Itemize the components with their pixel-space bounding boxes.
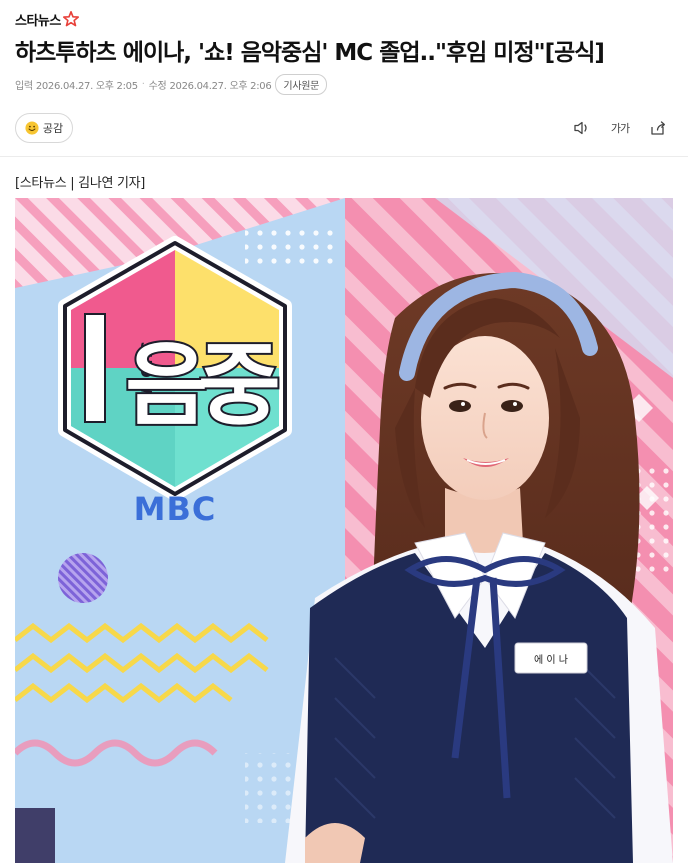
brand-name[interactable]: 스타뉴스 [15, 10, 61, 29]
header-divider [0, 156, 688, 157]
input-time: 2026.04.27. 오후 2:05 [35, 80, 138, 92]
font-size-label: 가가 [610, 122, 630, 135]
edit-time: 2026.04.27. 오후 2:06 [169, 80, 272, 92]
article-meta: 입력 2026.04.27. 오후 2:05 · 수정 2026.04.27. … [15, 73, 328, 95]
share-icon [651, 121, 665, 135]
tts-button[interactable] [572, 117, 592, 139]
eumjung-text: 음중 [125, 333, 278, 438]
mbc-logo: MBC [134, 490, 217, 528]
empathy-label: 공감 [42, 122, 64, 135]
byline: [스타뉴스 | 김나연 기자] [15, 176, 146, 191]
brand-header[interactable]: 스타뉴스 [15, 8, 80, 30]
smiley-icon [25, 121, 39, 135]
input-label: 입력 [15, 80, 33, 92]
photo-illustration: SHOW 음중 MBC 에 이 나 [15, 198, 673, 863]
star-logo-icon [62, 10, 79, 27]
show-logo: SHOW 음중 [58, 236, 292, 501]
article-photo[interactable]: SHOW 음중 MBC 에 이 나 [15, 198, 673, 863]
article-headline: 하츠투하츠 에이나, '쇼! 음악중심' MC 졸업.."후임 미정"[공식] [15, 40, 605, 66]
original-article-button[interactable]: 기사원문 [275, 73, 328, 95]
article-tools: 가가 [572, 117, 668, 139]
meta-separator: · [141, 78, 145, 90]
name-tag: 에 이 나 [534, 654, 568, 666]
speaker-icon [574, 121, 587, 135]
share-button[interactable] [648, 117, 668, 139]
empathy-button[interactable]: 공감 [15, 113, 73, 143]
font-size-button[interactable]: 가가 [610, 117, 630, 139]
edit-label: 수정 [148, 80, 167, 92]
